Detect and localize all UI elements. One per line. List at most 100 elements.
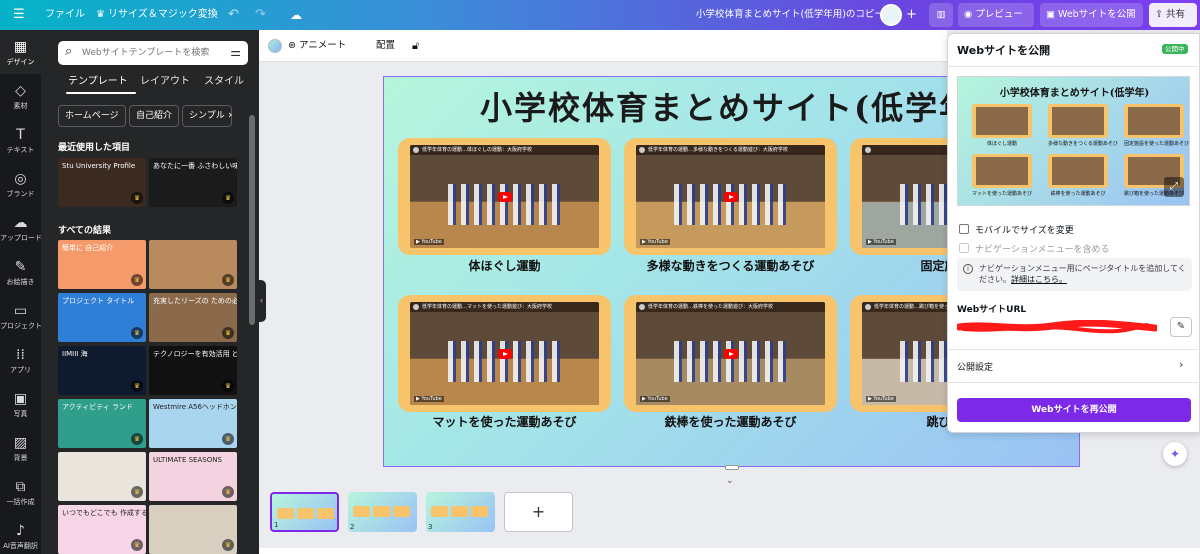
crown-icon: ♛	[96, 9, 105, 20]
text-icon: T	[16, 127, 25, 143]
video-card[interactable]: 低学年体育の運動…マットを使った運動遊び：大阪府学校 ▶ YouTube	[398, 295, 611, 412]
rail-item-3[interactable]: ◎ ブランド	[0, 162, 41, 206]
photo-icon: ▣	[13, 391, 28, 407]
embedded-video[interactable]: 低学年体育の運動…体ほぐしの運動：大阪府学校 ▶ YouTube	[410, 145, 599, 248]
learn-more-link[interactable]: 詳細はこちら。	[1011, 275, 1067, 284]
publish-website-button[interactable]: ▣ Webサイトを公開	[1040, 3, 1143, 27]
template-thumb[interactable]: プロジェクト タイトル ♛	[58, 293, 146, 342]
animate-button[interactable]: ⊛ アニメート	[288, 30, 346, 62]
chip-simple[interactable]: シンプル	[182, 105, 232, 127]
filter-icon[interactable]: ⚌	[230, 45, 241, 59]
template-thumb[interactable]: いつでもどこでも 作成する ♛	[58, 505, 146, 554]
rail-item-label: 写真	[13, 410, 28, 418]
hamburger-icon[interactable]: ☰	[13, 0, 25, 30]
embedded-video[interactable]: 低学年体育の運動…鉄棒を使った運動遊び：大阪府学校 ▶ YouTube	[636, 302, 825, 405]
template-thumb[interactable]: テクノロジーを有効活用 どのように使うを伝えます ♛	[149, 346, 237, 395]
card-caption[interactable]: マットを使った運動あそび	[398, 413, 611, 430]
publish-settings[interactable]: 公開設定	[957, 360, 993, 373]
youtube-play-icon[interactable]	[724, 192, 738, 202]
rail-item-7[interactable]: ⁞⁞ アプリ	[0, 338, 41, 382]
avatar[interactable]	[880, 4, 902, 26]
preview-button[interactable]: ◉ プレビュー	[958, 3, 1034, 27]
tab-templates[interactable]: テンプレート	[68, 72, 128, 94]
publish-website-label: Webサイトを公開	[1058, 9, 1136, 20]
template-thumb[interactable]: Westmire A56ヘッドホン ♛	[149, 399, 237, 448]
expand-icon[interactable]: ⤢	[1164, 177, 1184, 197]
website-url-redacted[interactable]	[957, 320, 1157, 334]
chevron-right-icon[interactable]: ›	[228, 108, 232, 121]
cloud-check-icon[interactable]: ☁	[290, 0, 302, 30]
recent-template-thumb[interactable]: Stu University Profile ♛	[58, 158, 146, 207]
embedded-video[interactable]: 低学年体育の運動…多様な動きをつくる運動遊び：大阪府学校 ▶ YouTube	[636, 145, 825, 248]
rail-item-11[interactable]: ♪ AI音声翻訳	[0, 514, 41, 554]
tab-layout[interactable]: レイアウト	[140, 72, 190, 94]
document-title[interactable]: 小学校体育まとめサイト(低学年用)のコピー	[696, 0, 884, 30]
crown-icon: ♛	[222, 327, 234, 339]
template-thumb[interactable]: ♛	[149, 505, 237, 554]
file-menu[interactable]: ファイル	[45, 0, 85, 30]
analytics-icon[interactable]: ▥	[929, 3, 953, 27]
template-thumb[interactable]: ULTIMATE SEASONS ♛	[149, 452, 237, 501]
publish-panel-title: Webサイトを公開	[957, 44, 1051, 57]
page-resize-handle[interactable]	[725, 465, 739, 470]
resize-magic-button[interactable]: リサイズ＆マジック変換	[108, 0, 218, 30]
rail-item-10[interactable]: ⧉ 一括作成	[0, 470, 41, 514]
card-caption[interactable]: 体ほぐし運動	[398, 257, 611, 274]
template-thumb[interactable]: IIMIII 海 ♛	[58, 346, 146, 395]
template-search[interactable]: ⌕ ⚌	[58, 41, 248, 65]
mini-card	[431, 506, 448, 517]
edit-url-button[interactable]: ✎	[1170, 317, 1192, 337]
youtube-logo: ▶ YouTube	[414, 396, 444, 402]
resize-mobile-option[interactable]: モバイルでサイズを変更	[959, 223, 1074, 236]
undo-icon[interactable]: ↶	[228, 0, 239, 30]
recent-template-thumb[interactable]: あなたに一番 ふさわしい味 ♛	[149, 158, 237, 207]
tab-style[interactable]: スタイル	[204, 72, 244, 94]
youtube-play-icon[interactable]	[724, 349, 738, 359]
panel-scrollbar[interactable]	[249, 115, 255, 325]
template-thumb[interactable]: アクティビティ ランド ♛	[58, 399, 146, 448]
chevron-right-icon[interactable]: ›	[1179, 358, 1183, 371]
background-color-swatch[interactable]	[268, 39, 282, 53]
rail-item-6[interactable]: ▭ プロジェクト	[0, 294, 42, 338]
mini-card	[317, 508, 334, 519]
page-thumbnail[interactable]: 3	[426, 492, 495, 532]
embedded-video[interactable]: 低学年体育の運動…マットを使った運動遊び：大阪府学校 ▶ YouTube	[410, 302, 599, 405]
page-thumbnail[interactable]: 2	[348, 492, 417, 532]
template-thumb[interactable]: 簡単に 自己紹介 ♛	[58, 240, 146, 289]
resize-mobile-checkbox[interactable]	[959, 224, 969, 234]
rail-item-5[interactable]: ✎ お絵描き	[0, 250, 41, 294]
rail-item-1[interactable]: ◇ 素材	[0, 74, 41, 118]
template-thumb[interactable]: 充実したリーズの ための必需品 ♛	[149, 293, 237, 342]
search-input[interactable]	[82, 45, 222, 61]
republish-button[interactable]: Webサイトを再公開	[957, 398, 1191, 422]
template-thumb[interactable]: ♛	[58, 452, 146, 501]
redo-icon[interactable]: ↷	[255, 0, 266, 30]
page-thumbnail[interactable]: 1	[270, 492, 339, 532]
website-url-label: WebサイトURL	[957, 305, 1027, 315]
chip-homepage[interactable]: ホームページ	[58, 105, 126, 127]
rail-item-4[interactable]: ☁ アップロード	[0, 206, 42, 250]
template-thumb[interactable]: ♛	[149, 240, 237, 289]
video-card[interactable]: 低学年体育の運動…体ほぐしの運動：大阪府学校 ▶ YouTube	[398, 138, 611, 255]
rail-item-2[interactable]: T テキスト	[0, 118, 41, 162]
youtube-play-icon[interactable]	[498, 349, 512, 359]
design-icon: ▦	[13, 39, 28, 55]
rail-item-8[interactable]: ▣ 写真	[0, 382, 41, 426]
video-card[interactable]: 低学年体育の運動…鉄棒を使った運動遊び：大阪府学校 ▶ YouTube	[624, 295, 837, 412]
bulk-create-icon: ⧉	[15, 479, 26, 495]
card-caption[interactable]: 多様な動きをつくる運動あそび	[624, 257, 837, 274]
website-preview[interactable]: 小学校体育まとめサイト(低学年) 体ほぐし運動 多様な動きをつくる運動あそび 固定施…	[957, 76, 1190, 206]
collapse-panel-handle[interactable]: ‹	[257, 280, 266, 322]
rail-item-9[interactable]: ▨ 背景	[0, 426, 41, 470]
magic-assistant-icon[interactable]: ✦	[1163, 442, 1187, 466]
video-card[interactable]: 低学年体育の運動…多様な動きをつくる運動遊び：大阪府学校 ▶ YouTube	[624, 138, 837, 255]
youtube-play-icon[interactable]	[498, 192, 512, 202]
chip-self-intro[interactable]: 自己紹介	[129, 105, 180, 127]
position-button[interactable]: 配置	[376, 30, 395, 62]
add-page-button[interactable]: +	[504, 492, 573, 532]
share-button[interactable]: ⇪ 共有	[1149, 3, 1197, 27]
card-caption[interactable]: 鉄棒を使った運動あそび	[624, 413, 837, 430]
add-collaborator-icon[interactable]: +	[906, 0, 917, 30]
lock-icon[interactable]: 🔓︎	[412, 30, 419, 62]
rail-item-0[interactable]: ▦ デザイン	[0, 30, 41, 74]
